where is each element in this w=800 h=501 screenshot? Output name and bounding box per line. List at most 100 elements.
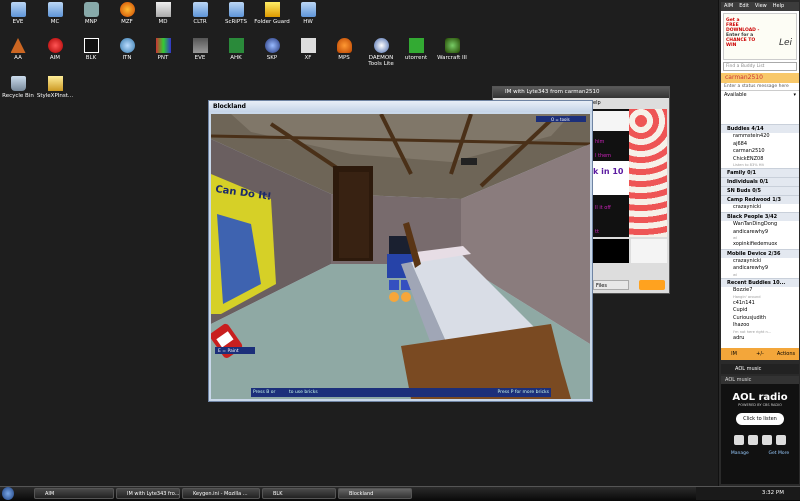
buddy-group-header[interactable]: Recent Buddies 10... (721, 277, 799, 287)
im-window-title[interactable]: IM with Lyte343 from carman2510 (493, 87, 669, 98)
im-menu-help[interactable]: elp (593, 99, 627, 107)
aim-ad-banner[interactable]: Get a FREE DOWNLOAD - Enter for a CHANCE… (723, 13, 797, 60)
buddy-item[interactable]: crazaynicki (721, 258, 799, 266)
desktop-icon-folder-guard[interactable]: Folder Guard (254, 2, 290, 25)
blockland-title: Blockland (213, 103, 246, 110)
im-toolbar[interactable] (631, 239, 667, 263)
buddy-item[interactable]: Bozzie7 (721, 287, 799, 295)
buddy-item[interactable]: carman2510 (721, 148, 799, 156)
aim-username[interactable]: carman2510 (721, 73, 799, 83)
buddy-item[interactable]: lhazoo (721, 322, 799, 330)
desktop-icon-mc[interactable]: MC (37, 2, 73, 25)
sketchup-icon (264, 38, 280, 53)
system-tray: 3:32 PM (696, 487, 800, 500)
taskbar-item-blk[interactable]: BLK (262, 488, 336, 499)
desktop-icon-aim[interactable]: AIM (37, 38, 73, 61)
clock[interactable]: 3:32 PM (762, 487, 784, 500)
desktop-icon-stylexp[interactable]: StyleXPInst... (35, 76, 75, 99)
desktop-icon-pnt[interactable]: PNT (145, 38, 181, 61)
menu-edit[interactable]: Edit (739, 2, 749, 11)
desktop-icon-md[interactable]: MD (145, 2, 181, 25)
taskbar-item-keygen[interactable]: Keygen.ini - Mozilla ... (182, 488, 260, 499)
radio-header: AOL music (721, 376, 799, 384)
buddy-item[interactable]: c41n141 (721, 300, 799, 308)
desktop-icon-utorrent[interactable]: utorrent (398, 38, 434, 61)
buddy-item[interactable]: xopinkifiedemuox (721, 241, 799, 249)
desktop-icon-eve-2[interactable]: EVE (182, 38, 218, 61)
buddy-item[interactable]: aj684 (721, 141, 799, 149)
desktop-icon-mnp[interactable]: MNP (73, 2, 109, 25)
actions-button[interactable]: Actions (773, 348, 799, 360)
blockland-game-view[interactable]: Can Do It! O = tools E = Paint Press B o… (211, 114, 590, 399)
desktop-icon-recycle-bin[interactable]: Recycle Bin (0, 76, 36, 99)
menu-aim[interactable]: AIM (724, 2, 733, 11)
buddy-item[interactable]: rammstein420 (721, 133, 799, 141)
desktop-icon-xf[interactable]: XF (290, 38, 326, 61)
aol-music-bar[interactable]: AOL music (721, 364, 799, 374)
character-leg (389, 280, 399, 290)
add-remove-button[interactable]: +/- (747, 348, 773, 360)
desktop-icon-aa[interactable]: AA (0, 38, 36, 61)
desktop-icon-mps[interactable]: MPS (326, 38, 362, 61)
taskbar-item-blockland[interactable]: Blockland (338, 488, 412, 499)
buddy-group-header[interactable]: Buddies 4/14 (721, 124, 799, 133)
im-input-area[interactable] (593, 239, 629, 263)
taskbar-item-aim[interactable]: AIM (34, 488, 114, 499)
desktop-icon-warcraft[interactable]: Warcraft III (434, 38, 470, 61)
im-button[interactable]: IM (721, 348, 747, 360)
buddy-group-header[interactable]: Mobile Device 2/36 (721, 248, 799, 258)
get-more-link[interactable]: Get More (769, 451, 790, 456)
desktop-icon-hw[interactable]: HW (290, 2, 326, 25)
menu-help[interactable]: Help (773, 2, 784, 11)
buddy-item[interactable]: Cupid (721, 307, 799, 315)
find-buddy-input[interactable]: Find a Buddy List (723, 62, 797, 71)
files-label: Files (596, 283, 607, 289)
availability-dropdown[interactable]: Available ▾ (721, 91, 799, 99)
headphones-icon[interactable] (734, 435, 744, 445)
music-note-icon[interactable] (748, 435, 758, 445)
im-send-button[interactable] (639, 280, 665, 290)
manage-link[interactable]: Manage (731, 451, 749, 456)
buddy-item[interactable]: andicarewhy9 (721, 265, 799, 273)
buddy-group-header[interactable]: Camp Redwood 1/3 (721, 195, 799, 205)
desktop-icon-eve[interactable]: EVE (0, 2, 36, 25)
warcraft-icon (444, 38, 460, 53)
buddy-item[interactable]: crazaynicki (721, 204, 799, 212)
start-button[interactable] (2, 487, 14, 500)
heart-icon[interactable] (762, 435, 772, 445)
game-scene: Can Do It! O = tools E = Paint (211, 114, 590, 399)
desktop-icon-mzf[interactable]: MZF (109, 2, 145, 25)
buddy-item[interactable]: Curiousjudith (721, 315, 799, 323)
station-icon[interactable] (776, 435, 786, 445)
blockland-window[interactable]: Blockland Can Do It! O = tools E = Paint… (208, 100, 593, 402)
desktop-icon-daemon-tools[interactable]: DAEMON Tools Lite (362, 38, 400, 67)
buddy-group-header[interactable]: Family 0/1 (721, 168, 799, 178)
brick-bar-right: Press P for more bricks (497, 390, 549, 395)
taskbar-item-im[interactable]: IM with Lyte343 fro... (116, 488, 180, 499)
desktop-icon-ahk[interactable]: AHK (218, 38, 254, 61)
folder-icon (228, 2, 244, 17)
desktop-icon-scripts[interactable]: ScRiPTS (218, 2, 254, 25)
buddy-item[interactable]: WanTanDingDong (721, 221, 799, 229)
blockland-title-bar[interactable]: Blockland (209, 101, 592, 112)
status-message-input[interactable]: Enter a status message here (721, 83, 799, 91)
buddy-group-header[interactable]: Black People 3/42 (721, 211, 799, 221)
click-to-listen-button[interactable]: Click to listen (736, 413, 784, 425)
sidebar-gadgets: AIM Edit View Help Get a FREE DOWNLOAD -… (718, 0, 800, 486)
wall-vent (461, 158, 477, 165)
menu-view[interactable]: View (755, 2, 767, 11)
buddy-item[interactable]: adru (721, 335, 799, 343)
availability-value: Available (724, 92, 747, 98)
desktop-icon-cltr[interactable]: CLTR (182, 2, 218, 25)
buddy-item[interactable]: andicarewhy9 (721, 229, 799, 237)
desktop-icon-skp[interactable]: SKP (254, 38, 290, 61)
im-files-button[interactable]: Files (593, 280, 629, 290)
recycle-bin-icon (10, 76, 26, 91)
folder-icon (47, 2, 63, 17)
aim-buddy-list-window[interactable]: AIM Edit View Help Get a FREE DOWNLOAD -… (721, 2, 799, 360)
buddy-group-header[interactable]: SN Buds 0/5 (721, 186, 799, 196)
desktop-icon-blk[interactable]: BLK (73, 38, 109, 61)
buddy-group-header[interactable]: Individuals 0/1 (721, 177, 799, 187)
buddy-item[interactable]: ChickENZ08 (721, 156, 799, 164)
desktop-icon-itn[interactable]: ITN (109, 38, 145, 61)
